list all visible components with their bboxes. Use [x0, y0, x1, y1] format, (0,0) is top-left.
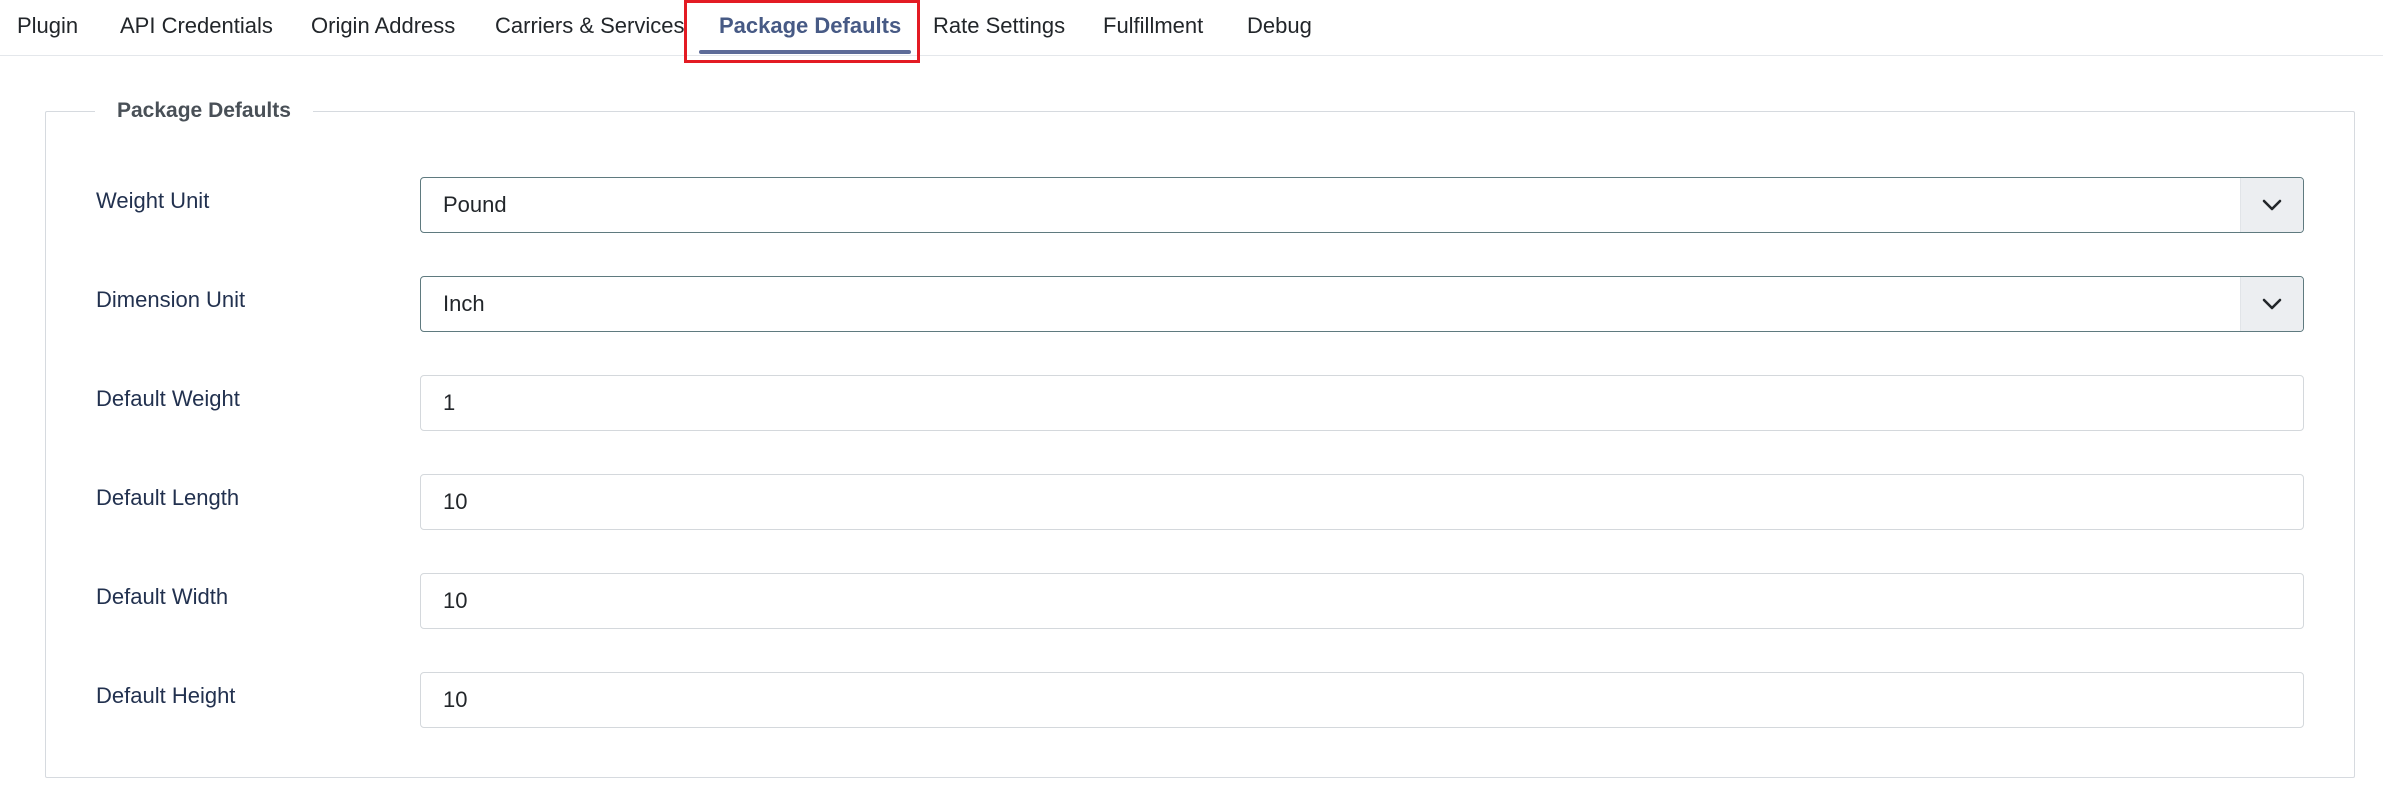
default-weight-field-box — [420, 375, 2304, 431]
dimension-unit-label: Dimension Unit — [96, 287, 246, 312]
tab-fulfillment[interactable]: Fulfillment — [1103, 0, 1203, 54]
weight-unit-label: Weight Unit — [96, 188, 210, 213]
default-width-input[interactable] — [443, 575, 2263, 627]
tab-debug[interactable]: Debug — [1247, 0, 1312, 54]
tab-carriers-services[interactable]: Carriers & Services — [495, 0, 684, 54]
active-tab-indicator — [699, 50, 911, 54]
tab-plugin[interactable]: Plugin — [17, 0, 78, 54]
settings-tab-bar: Plugin API Credentials Origin Address Ca… — [0, 0, 2383, 56]
default-height-label: Default Height — [96, 683, 236, 708]
default-weight-input[interactable] — [443, 377, 2263, 429]
default-length-input[interactable] — [443, 476, 2263, 528]
fieldset-legend: Package Defaults — [95, 96, 313, 126]
weight-unit-selected-value: Pound — [443, 192, 507, 217]
default-height-field-box — [420, 672, 2304, 728]
dimension-unit-select[interactable]: Inch — [420, 276, 2304, 332]
default-length-field-box — [420, 474, 2304, 530]
default-weight-label: Default Weight — [96, 386, 240, 411]
default-width-label: Default Width — [96, 584, 229, 609]
weight-unit-select[interactable]: Pound — [420, 177, 2304, 233]
tab-rate-settings[interactable]: Rate Settings — [933, 0, 1065, 54]
chevron-down-icon — [2240, 277, 2303, 331]
default-length-label: Default Length — [96, 485, 240, 510]
default-width-field-box — [420, 573, 2304, 629]
default-height-input[interactable] — [443, 674, 2263, 726]
chevron-down-icon — [2240, 178, 2303, 232]
dimension-unit-selected-value: Inch — [443, 291, 485, 316]
tab-package-defaults[interactable]: Package Defaults — [719, 0, 901, 54]
tab-api-credentials[interactable]: API Credentials — [120, 0, 273, 54]
tab-origin-address[interactable]: Origin Address — [311, 0, 455, 54]
